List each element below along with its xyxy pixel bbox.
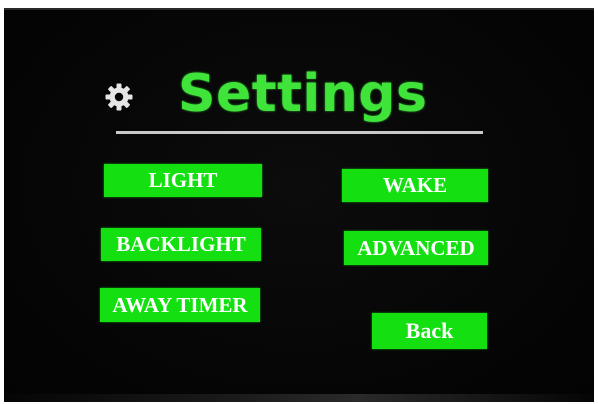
title-divider	[116, 131, 483, 134]
backlight-button[interactable]: BACKLIGHT	[101, 228, 261, 261]
device-frame: Settings LIGHT BACKLIGHT AWAY TIMER WAKE…	[4, 8, 594, 402]
back-button[interactable]: Back	[372, 313, 487, 349]
wake-button[interactable]: WAKE	[342, 169, 488, 202]
settings-screen: Settings LIGHT BACKLIGHT AWAY TIMER WAKE…	[4, 10, 594, 402]
light-button[interactable]: LIGHT	[104, 164, 262, 197]
away-timer-button[interactable]: AWAY TIMER	[100, 288, 260, 322]
gear-icon	[105, 83, 133, 111]
page-title: Settings	[178, 64, 428, 124]
advanced-button[interactable]: ADVANCED	[344, 231, 488, 265]
screen-bottom-edge	[4, 394, 594, 402]
